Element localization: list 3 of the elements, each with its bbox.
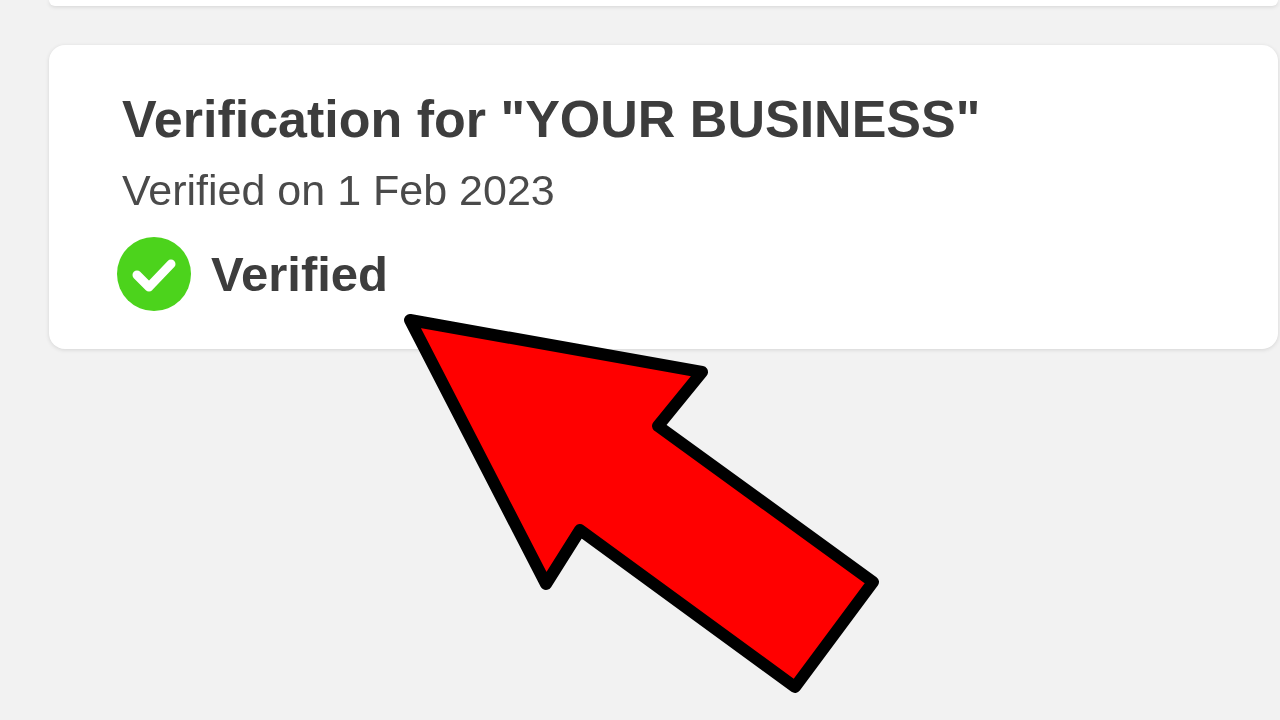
verified-date: Verified on 1 Feb 2023 — [121, 165, 555, 215]
card-title: Verification for "YOUR BUSINESS" — [121, 89, 981, 149]
status-label: Verified — [211, 246, 389, 302]
